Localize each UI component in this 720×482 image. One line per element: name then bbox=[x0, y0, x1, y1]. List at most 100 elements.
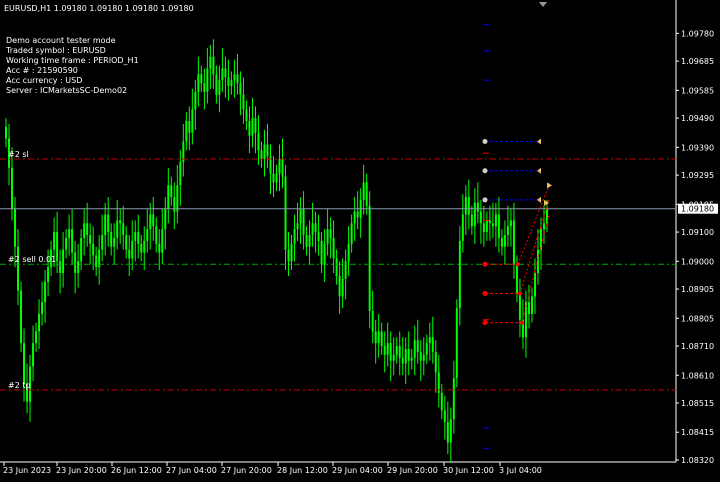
candle-body bbox=[458, 240, 461, 309]
candle-body bbox=[542, 223, 545, 230]
candle-body bbox=[212, 56, 215, 75]
candle-body bbox=[416, 340, 419, 352]
order-entry-marker bbox=[482, 290, 488, 296]
candle-body bbox=[167, 185, 170, 209]
candle-body bbox=[233, 74, 236, 81]
candle-body bbox=[119, 220, 122, 224]
candle-body bbox=[23, 343, 26, 385]
time-tick-label: 26 Jun 12:00 bbox=[111, 466, 162, 475]
candle-body bbox=[386, 343, 389, 355]
order-entry-marker bbox=[482, 320, 488, 326]
price-tick-label: 1.09685 bbox=[681, 57, 714, 66]
info-line-mode: Demo account tester mode bbox=[6, 36, 116, 45]
candle-body bbox=[539, 229, 542, 250]
time-tick-label: 27 Jun 20:00 bbox=[221, 466, 272, 475]
candle-body bbox=[512, 220, 515, 265]
candle-body bbox=[209, 56, 212, 69]
candle-body bbox=[83, 223, 86, 238]
candle-body bbox=[401, 357, 404, 364]
price-tick-label: 1.09490 bbox=[681, 114, 714, 123]
candle-body bbox=[89, 235, 92, 244]
candle-body bbox=[446, 422, 449, 443]
candle-body bbox=[5, 126, 7, 139]
candle-body bbox=[11, 167, 14, 209]
candle-body bbox=[368, 205, 371, 311]
candle-body bbox=[155, 226, 158, 244]
candle-body bbox=[431, 337, 434, 352]
candle-body bbox=[278, 159, 281, 174]
candle-body bbox=[302, 208, 305, 235]
time-tick-label: 23 Jun 20:00 bbox=[56, 466, 107, 475]
candle-body bbox=[536, 249, 539, 273]
candle-body bbox=[170, 185, 173, 198]
time-tick-label: 23 Jun 2023 bbox=[3, 466, 51, 475]
order-open-marker bbox=[482, 197, 488, 203]
current-price-label: 1.09180 bbox=[681, 205, 714, 214]
info-panel: Demo account tester mode Traded symbol :… bbox=[6, 36, 139, 96]
candle-body bbox=[281, 159, 284, 177]
price-tick-label: 1.08710 bbox=[681, 342, 714, 351]
candle-body bbox=[461, 214, 464, 241]
candle-body bbox=[53, 232, 56, 250]
candle-body bbox=[518, 293, 521, 320]
candle-body bbox=[476, 202, 479, 212]
candle-body bbox=[86, 223, 89, 235]
candle-body bbox=[131, 240, 134, 259]
candle-body bbox=[338, 275, 341, 297]
candle-body bbox=[473, 202, 476, 227]
candle-body bbox=[242, 94, 245, 110]
candle-body bbox=[101, 235, 104, 250]
candle-body bbox=[104, 214, 107, 235]
candle-body bbox=[266, 144, 269, 157]
candle-body bbox=[215, 74, 218, 95]
candle-body bbox=[509, 220, 512, 227]
candle-body bbox=[464, 197, 467, 215]
candle-body bbox=[455, 308, 458, 379]
candle-body bbox=[152, 214, 155, 227]
candle-body bbox=[41, 302, 44, 314]
time-tick-label: 29 Jun 04:00 bbox=[332, 466, 383, 475]
candle-body bbox=[290, 243, 293, 262]
candle-body bbox=[404, 348, 407, 364]
order-level-label: #2 tp bbox=[8, 381, 31, 390]
candle-body bbox=[392, 354, 395, 361]
candle-body bbox=[428, 337, 431, 344]
candle-body bbox=[179, 161, 182, 186]
price-tick-label: 1.08905 bbox=[681, 285, 714, 294]
candle-body bbox=[62, 249, 65, 273]
candle-body bbox=[128, 249, 131, 259]
candle-body bbox=[137, 232, 140, 244]
candle-body bbox=[188, 121, 191, 133]
candle-body bbox=[272, 173, 275, 183]
candle-body bbox=[524, 302, 527, 338]
candle-body bbox=[449, 419, 452, 443]
candle-body bbox=[197, 74, 200, 92]
candle-body bbox=[38, 313, 41, 332]
candle-body bbox=[263, 144, 266, 160]
price-tick-label: 1.08415 bbox=[681, 428, 714, 437]
candle-body bbox=[533, 272, 536, 297]
candle-body bbox=[332, 237, 335, 259]
candle-body bbox=[452, 378, 455, 420]
candle-body bbox=[419, 351, 422, 361]
chart-header: EURUSD,H1 1.09180 1.09180 1.09180 1.0918… bbox=[4, 4, 194, 13]
order-open-marker bbox=[482, 138, 488, 144]
candle-body bbox=[329, 229, 332, 238]
candle-body bbox=[56, 232, 59, 262]
candle-body bbox=[275, 173, 278, 183]
candle-body bbox=[194, 91, 197, 110]
candle-body bbox=[146, 229, 149, 241]
candle-body bbox=[65, 237, 68, 250]
candle-body bbox=[134, 232, 137, 241]
candle-body bbox=[311, 223, 314, 235]
candle-body bbox=[35, 331, 38, 344]
candle-body bbox=[59, 261, 62, 273]
candle-body bbox=[293, 229, 296, 244]
candle-body bbox=[491, 223, 494, 227]
candle-body bbox=[365, 182, 368, 206]
candle-body bbox=[224, 68, 227, 78]
candle-body bbox=[326, 229, 329, 244]
candle-body bbox=[371, 310, 374, 332]
candle-body bbox=[467, 197, 470, 215]
candle-body bbox=[488, 220, 491, 224]
